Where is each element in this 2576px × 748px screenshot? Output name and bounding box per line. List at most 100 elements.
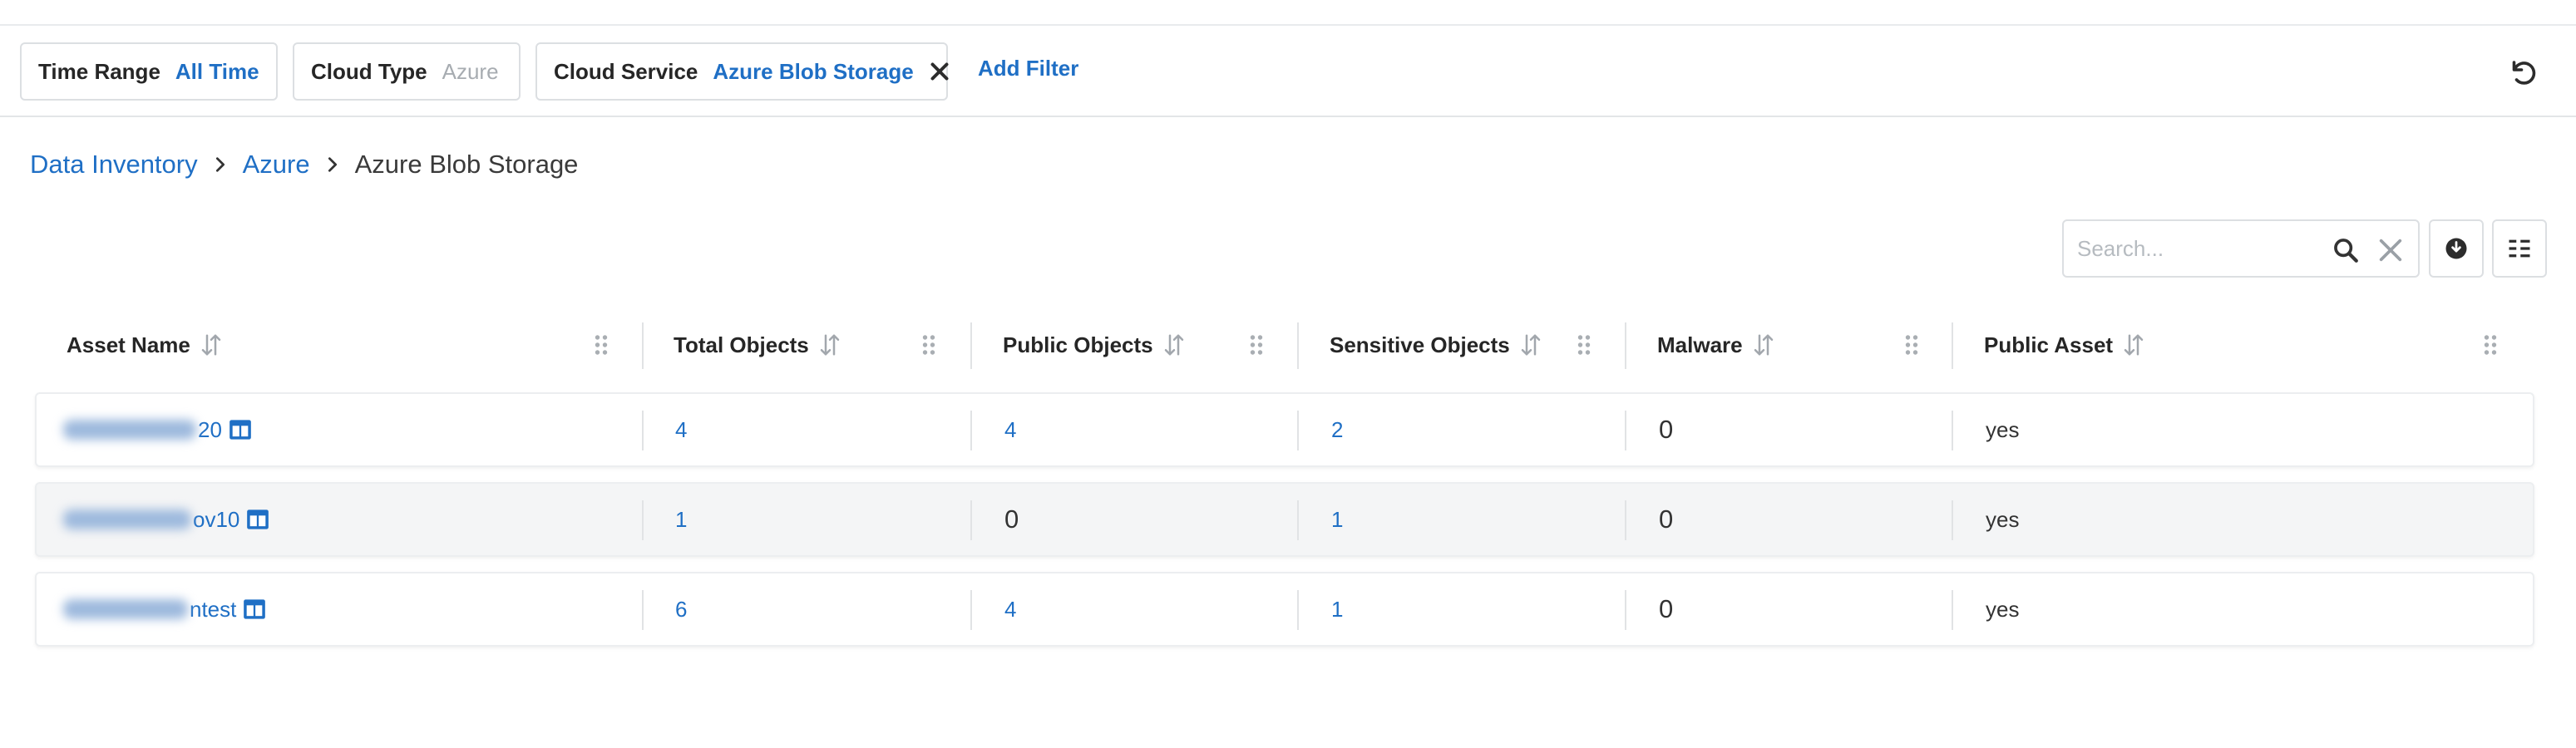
column-divider[interactable]	[1625, 322, 1626, 369]
filter-label: Time Range	[38, 58, 160, 84]
asset-name-link[interactable]: 20	[63, 394, 252, 465]
column-divider	[642, 500, 644, 540]
sort-icon[interactable]	[817, 332, 842, 357]
filter-value: Azure Blob Storage	[713, 58, 914, 84]
breadcrumb-data-inventory[interactable]: Data Inventory	[30, 150, 198, 180]
sort-icon[interactable]	[1751, 332, 1776, 357]
sensitive-objects-value[interactable]: 2	[1331, 394, 1343, 465]
column-header-public-asset[interactable]: Public Asset	[1984, 308, 2146, 382]
table-row[interactable]: ntest 6 4 1 0 yes	[35, 572, 2534, 647]
download-button[interactable]	[2429, 219, 2484, 278]
column-header-label: Malware	[1657, 332, 1743, 357]
total-objects-value[interactable]: 4	[675, 394, 687, 465]
column-header-label: Public Objects	[1003, 332, 1153, 357]
table-row[interactable]: ov10 1 0 1 0 yes	[35, 482, 2534, 557]
filter-value: Azure	[442, 58, 499, 84]
storage-icon[interactable]	[229, 418, 252, 441]
storage-icon[interactable]	[246, 508, 269, 531]
chevron-right-icon	[320, 152, 345, 177]
column-divider	[1297, 500, 1299, 540]
breadcrumb-azure[interactable]: Azure	[243, 150, 310, 180]
download-icon	[2445, 238, 2467, 259]
drag-handle-icon[interactable]	[1249, 333, 1264, 357]
sensitive-objects-value[interactable]: 1	[1331, 484, 1343, 555]
column-divider	[1297, 411, 1299, 450]
column-divider	[642, 411, 644, 450]
drag-handle-icon[interactable]	[2483, 333, 2498, 357]
filter-bar: Time Range All Time Cloud Type Azure Clo…	[0, 26, 2576, 117]
close-icon[interactable]	[929, 61, 930, 82]
drag-handle-icon[interactable]	[594, 333, 609, 357]
column-settings-button[interactable]	[2492, 219, 2547, 278]
drag-handle-icon[interactable]	[921, 333, 936, 357]
sort-icon[interactable]	[2121, 332, 2146, 357]
filter-label: Cloud Service	[554, 58, 698, 84]
column-divider[interactable]	[1952, 322, 1953, 369]
asset-name-text: ntest	[190, 596, 237, 622]
filter-value: All Time	[175, 58, 259, 84]
column-divider	[1952, 500, 1953, 540]
column-header-sensitive-objects[interactable]: Sensitive Objects	[1330, 308, 1543, 382]
public-objects-value: 0	[1004, 504, 1019, 534]
column-divider	[1625, 411, 1626, 450]
malware-value: 0	[1659, 504, 1674, 534]
search-icon[interactable]	[2332, 236, 2360, 264]
breadcrumb-current: Azure Blob Storage	[354, 150, 579, 179]
column-header-label: Total Objects	[674, 332, 809, 357]
column-header-malware[interactable]: Malware	[1657, 308, 1776, 382]
column-list-icon	[2509, 239, 2530, 258]
filter-chip-cloud-type[interactable]: Cloud Type Azure	[293, 42, 521, 101]
breadcrumb: Data Inventory Azure Azure Blob Storage	[30, 150, 578, 180]
column-header-label: Asset Name	[67, 332, 190, 357]
close-icon[interactable]	[2376, 236, 2405, 264]
public-objects-value[interactable]: 4	[1004, 573, 1016, 645]
public-asset-value: yes	[1986, 416, 2020, 442]
column-divider	[642, 590, 644, 630]
public-asset-value: yes	[1986, 596, 2020, 622]
asset-name-link[interactable]: ntest	[63, 573, 266, 645]
column-divider	[1625, 590, 1626, 630]
sort-icon[interactable]	[1518, 332, 1543, 357]
column-divider[interactable]	[642, 322, 644, 369]
add-filter-link[interactable]: Add Filter	[978, 56, 1078, 81]
public-asset-value: yes	[1986, 506, 2020, 532]
column-header-total-objects[interactable]: Total Objects	[674, 308, 842, 382]
search-box	[2062, 219, 2420, 278]
public-objects-value[interactable]: 4	[1004, 394, 1016, 465]
column-divider[interactable]	[970, 322, 972, 369]
asset-name-text: 20	[198, 416, 222, 442]
chevron-right-icon	[208, 152, 233, 177]
column-divider[interactable]	[1297, 322, 1299, 369]
search-input[interactable]	[2077, 235, 2327, 262]
column-divider	[1952, 590, 1953, 630]
redacted-text	[63, 509, 191, 529]
undo-icon[interactable]	[2508, 57, 2538, 87]
total-objects-value[interactable]: 6	[675, 573, 687, 645]
drag-handle-icon[interactable]	[1904, 333, 1919, 357]
column-divider	[1297, 590, 1299, 630]
column-divider	[1952, 411, 1953, 450]
drag-handle-icon[interactable]	[1577, 333, 1591, 357]
redacted-text	[63, 420, 196, 440]
column-divider	[970, 590, 972, 630]
filter-label: Cloud Type	[311, 58, 427, 84]
column-header-asset-name[interactable]: Asset Name	[67, 308, 224, 382]
column-header-public-objects[interactable]: Public Objects	[1003, 308, 1187, 382]
sensitive-objects-value[interactable]: 1	[1331, 573, 1343, 645]
filter-chip-cloud-service[interactable]: Cloud Service Azure Blob Storage	[535, 42, 948, 101]
column-header-label: Public Asset	[1984, 332, 2114, 357]
sort-icon[interactable]	[1162, 332, 1187, 357]
column-header-label: Sensitive Objects	[1330, 332, 1510, 357]
filter-chip-time-range[interactable]: Time Range All Time	[20, 42, 278, 101]
sort-icon[interactable]	[199, 332, 224, 357]
column-divider	[970, 411, 972, 450]
malware-value: 0	[1659, 415, 1674, 444]
table-row[interactable]: 20 4 4 2 0 yes	[35, 392, 2534, 467]
storage-icon[interactable]	[243, 598, 266, 621]
asset-name-text: ov10	[193, 506, 240, 532]
asset-table: Asset Name Total Objects Public Objects …	[35, 308, 2534, 647]
table-header: Asset Name Total Objects Public Objects …	[35, 308, 2534, 382]
column-divider	[970, 500, 972, 540]
asset-name-link[interactable]: ov10	[63, 484, 269, 555]
total-objects-value[interactable]: 1	[675, 484, 687, 555]
